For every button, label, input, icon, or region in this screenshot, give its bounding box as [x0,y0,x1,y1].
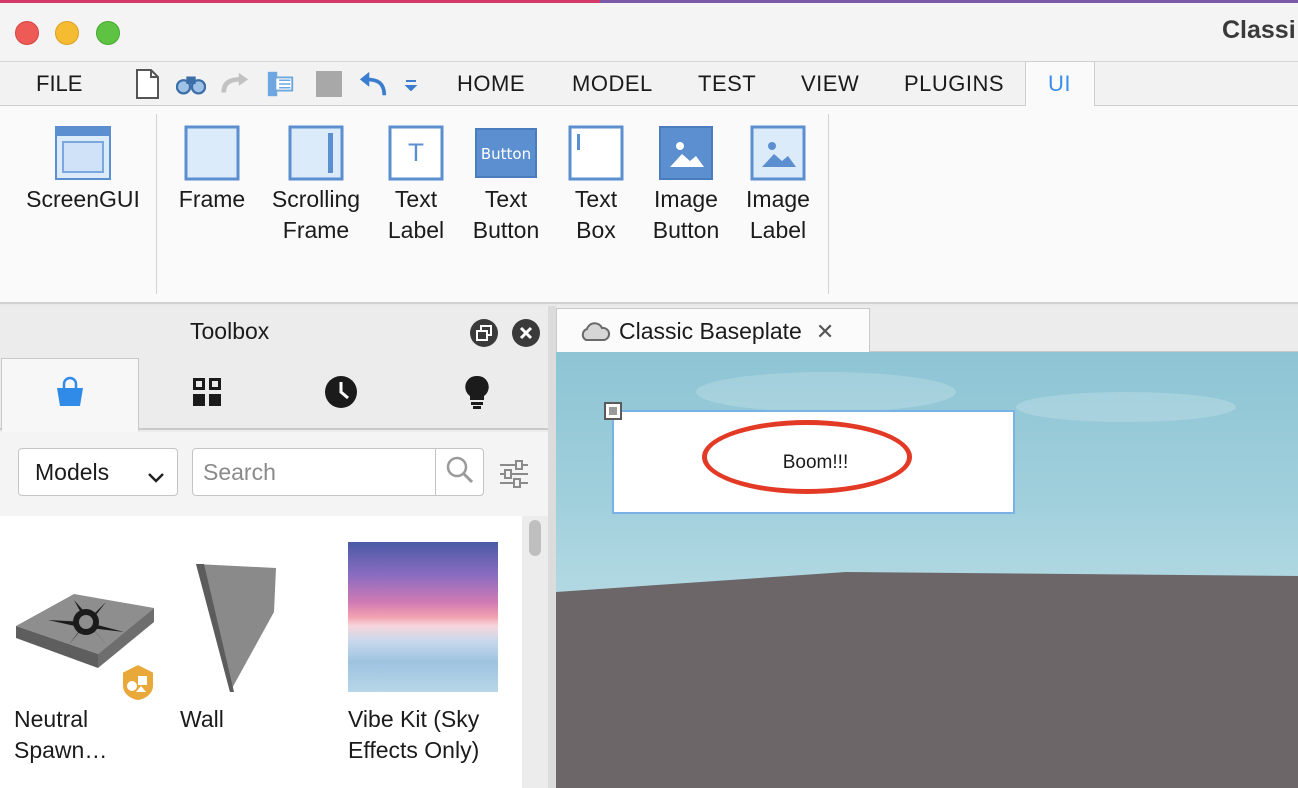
tab-plugins[interactable]: PLUGINS [904,71,1004,97]
asset-card[interactable]: Neutral Spawn… [14,542,164,766]
image-label-label: Image Label [746,186,810,243]
document-tabs: Classic Baseplate ✕ [556,306,1298,354]
recent-clock-icon [324,375,358,414]
ribbon-separator [828,114,829,294]
frame-label: Frame [178,186,246,212]
toolbox-filter-bar: Models [0,432,548,516]
sky-cloud [1016,392,1236,422]
tab-model[interactable]: MODEL [572,71,653,97]
scrolling-frame-icon [287,124,345,182]
ribbon-separator [156,114,157,294]
close-icon[interactable] [512,319,540,347]
text-box-button[interactable]: Text Box [562,124,630,246]
marketplace-bag-icon [55,376,85,413]
tab-marketplace[interactable] [1,358,139,432]
search-input[interactable] [203,458,433,486]
screengui-icon [54,124,112,182]
text-box-icon [567,124,625,182]
redo-icon[interactable] [220,69,250,99]
category-select[interactable]: Models [18,448,178,496]
close-window-button[interactable] [15,21,39,45]
tab-creations[interactable] [408,358,546,430]
find-icon[interactable] [176,69,206,99]
frame-button[interactable]: Frame [174,124,250,215]
tab-inventory[interactable] [138,358,276,430]
image-button-label: Image Button [652,186,720,243]
text-button-label: Text Button [472,186,540,243]
asset-name: Wall [180,706,224,732]
text-button-icon-text: Button [481,145,531,163]
toolbox-tabs [0,358,548,432]
filter-settings-icon[interactable] [498,460,530,493]
close-tab-icon[interactable]: ✕ [816,319,834,345]
tab-ui[interactable]: UI [1048,71,1071,97]
title-bar: Classi [0,0,1298,62]
text-label-button[interactable]: T Text Label [382,124,450,246]
screengui-button[interactable]: ScreenGUI [25,124,141,215]
toolbox-title: Toolbox [190,318,270,344]
selection-handle[interactable] [604,402,622,420]
dropdown-icon[interactable] [398,69,424,99]
tab-test[interactable]: TEST [698,71,756,97]
tab-home[interactable]: HOME [457,71,525,97]
asset-thumbnail [14,542,164,703]
image-label-icon [749,124,807,182]
screengui-label: ScreenGUI [26,186,140,212]
text-box-label: Text Box [574,186,618,243]
text-button-icon: Button [473,124,539,182]
search-box [192,448,484,496]
tab-classic-baseplate[interactable]: Classic Baseplate ✕ [556,308,870,354]
scrolling-frame-button[interactable]: Scrolling Frame [264,124,368,246]
asset-card[interactable]: Vibe Kit (Sky Effects Only) [348,542,498,766]
sky-cloud [696,372,956,412]
panel-divider[interactable] [548,306,556,788]
annotation-ellipse [702,420,912,494]
asset-name: Vibe Kit (Sky Effects Only) [348,706,480,763]
search-icon [446,456,474,489]
baseplate-ground [556,572,1298,788]
dock-icon[interactable] [470,319,498,347]
asset-thumbnail [348,542,498,692]
file-menu[interactable]: FILE [36,71,82,97]
ui-ribbon: ScreenGUI Frame Scrolling Frame T Text L… [0,106,1298,304]
text-label-glyph: T [408,139,424,167]
toolbox-panel: Toolbox Models Search Neutral Spawn… Wal… [0,306,548,788]
3d-viewport[interactable]: Boom!!! [556,352,1298,788]
scrolling-frame-label: Scrolling Frame [271,186,361,243]
chevron-down-icon [147,463,165,490]
tab-label: Classic Baseplate [619,318,802,344]
cloud-icon [579,321,611,342]
text-label-icon: T [387,124,445,182]
stop-icon[interactable] [314,69,344,99]
menu-bar: FILE HOME MODEL TEST VIEW PLUGINS UI [0,61,1298,107]
sync-icon[interactable] [266,69,296,99]
text-label-label: Text Label [387,186,445,243]
verified-badge-icon [118,662,158,703]
search-button[interactable] [435,449,483,495]
minimize-window-button[interactable] [55,21,79,45]
text-button-button[interactable]: Button Text Button [464,124,548,246]
creations-bulb-icon [465,375,489,414]
tab-recent[interactable] [272,358,410,430]
toolbox-results: Neutral Spawn… Wall Vibe Kit (Sky Effect… [0,516,522,788]
window-title: Classi [1222,16,1296,44]
image-button-button[interactable]: Image Button [644,124,728,246]
frame-icon [183,124,241,182]
undo-icon[interactable] [358,69,388,99]
zoom-window-button[interactable] [96,21,120,45]
tab-view[interactable]: VIEW [801,71,859,97]
category-value: Models [35,459,110,485]
asset-card[interactable]: Wall [180,542,330,735]
new-file-icon[interactable] [132,69,162,99]
inventory-grid-icon [192,377,222,412]
image-label-button[interactable]: Image Label [740,124,816,246]
toolbox-scrollbar[interactable] [529,520,541,556]
asset-thumbnail [180,542,330,692]
asset-name: Neutral Spawn… [14,706,108,763]
image-button-icon [657,124,715,182]
